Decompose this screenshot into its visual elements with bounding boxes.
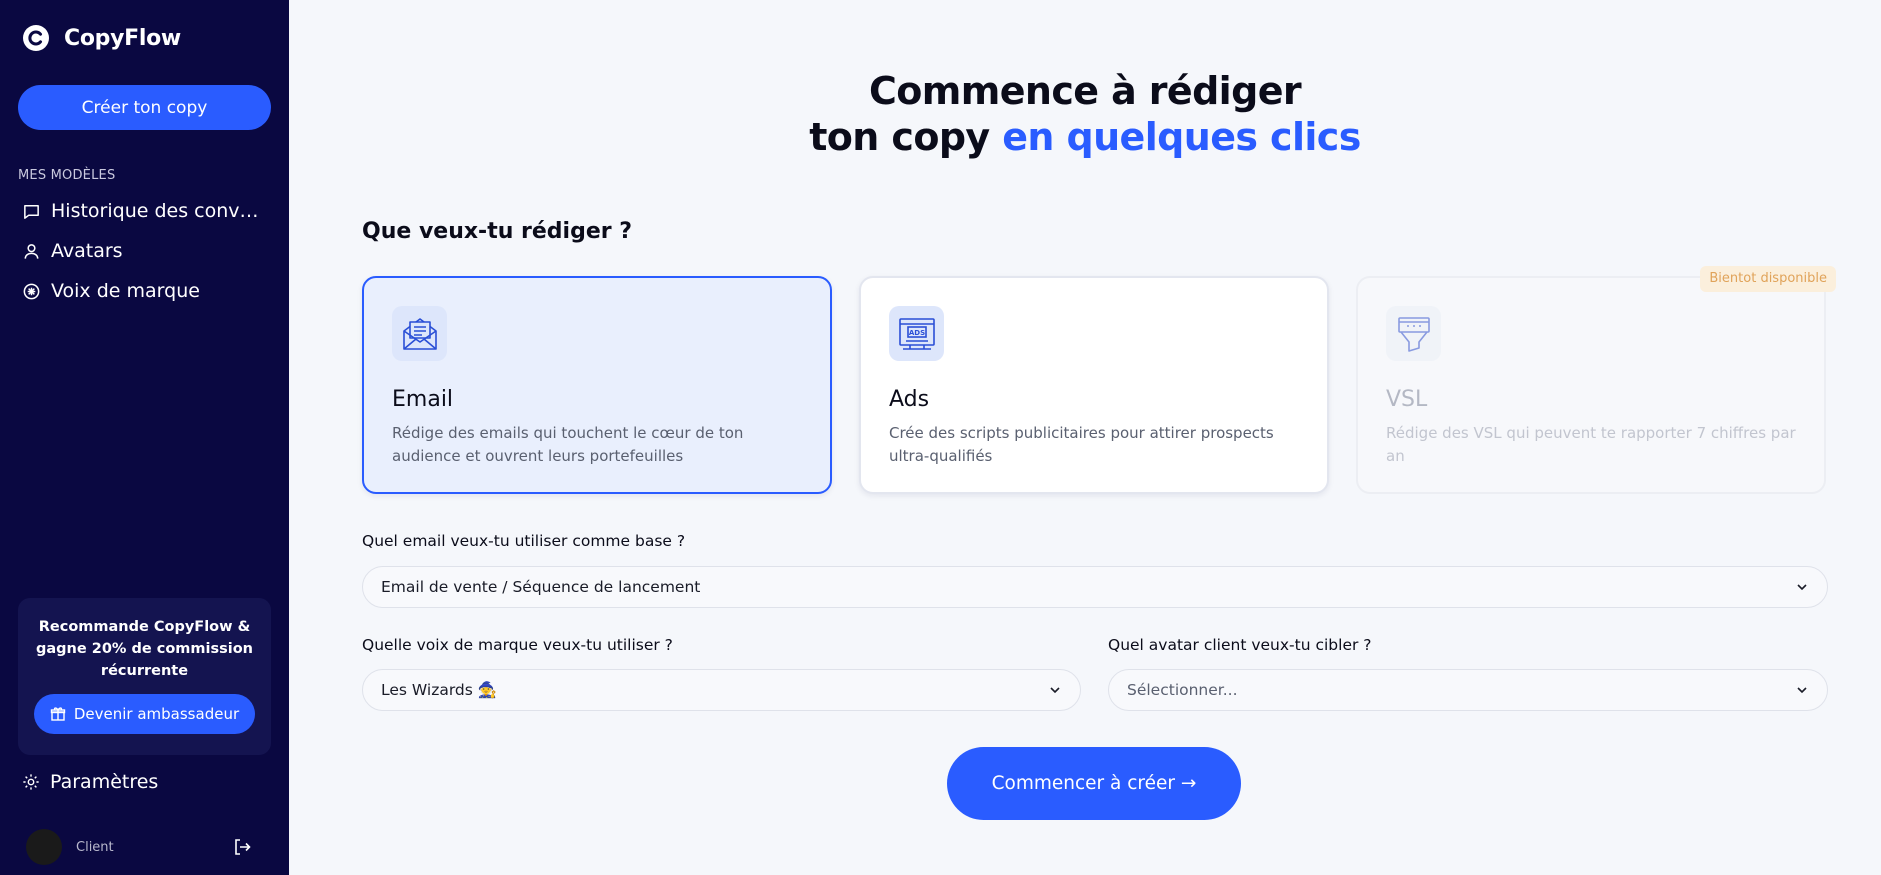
brand-voice-value: Les Wizards 🧙: [381, 681, 498, 699]
brand-voice-icon: [23, 283, 40, 299]
card-icon-box: ADS: [889, 306, 944, 361]
settings-label: Paramètres: [50, 771, 159, 793]
sidebar-item-history[interactable]: Historique des conversations: [22, 200, 267, 222]
email-base-value: Email de vente / Séquence de lancement: [381, 578, 701, 596]
user-icon: [24, 243, 39, 259]
logout-icon[interactable]: [232, 837, 252, 857]
start-creating-button[interactable]: Commencer à créer →: [947, 747, 1241, 820]
app-logo[interactable]: CopyFlow: [22, 24, 181, 52]
content-type-question: Que veux-tu rédiger ?: [362, 219, 633, 244]
promo-text: Recommande CopyFlow & gagne 20% de commi…: [35, 619, 254, 679]
card-email[interactable]: Email Rédige des emails qui touchent le …: [362, 276, 832, 494]
hero-accent: en quelques clics: [1002, 115, 1361, 159]
avatar-value: Sélectionner...: [1127, 681, 1238, 699]
chat-icon: [24, 204, 39, 219]
chevron-down-icon: [1050, 687, 1060, 694]
sidebar: CopyFlow Créer ton copy MES MODÈLES Hist…: [0, 0, 289, 875]
funnel-icon: [1397, 316, 1430, 352]
chevron-down-icon: [1797, 687, 1807, 694]
chevron-down-icon: [1797, 584, 1807, 591]
sidebar-item-brand-voice[interactable]: Voix de marque: [22, 280, 267, 302]
app-name: CopyFlow: [64, 25, 181, 51]
page-title: Commence à rédiger ton copy en quelques …: [289, 68, 1881, 160]
brand-voice-label: Quelle voix de marque veux-tu utiliser ?: [362, 636, 673, 654]
hero-line-1: Commence à rédiger: [868, 69, 1302, 113]
brand-voice-select[interactable]: Les Wizards 🧙: [362, 669, 1081, 711]
card-vsl: Bientot disponible VSL Rédige des VSL qu…: [1356, 266, 1836, 494]
email-icon: [402, 317, 437, 350]
card-description: Rédige des emails qui touchent le cœur d…: [392, 424, 744, 465]
section-label-models: MES MODÈLES: [18, 168, 116, 183]
email-base-select[interactable]: Email de vente / Séquence de lancement: [362, 566, 1828, 608]
become-ambassador-button[interactable]: Devenir ambassadeur: [33, 694, 256, 734]
coming-soon-badge: Bientot disponible: [1700, 266, 1836, 292]
ads-icon: ADS: [898, 317, 935, 350]
sidebar-item-settings[interactable]: Paramètres: [22, 771, 267, 793]
create-copy-button[interactable]: Créer ton copy: [18, 85, 271, 130]
card-title: Email: [392, 387, 454, 412]
copyflow-logo-icon: [23, 25, 49, 51]
sidebar-item-avatars[interactable]: Avatars: [22, 240, 267, 262]
avatar-select[interactable]: Sélectionner...: [1108, 669, 1828, 711]
user-name: Client: [76, 839, 114, 855]
sidebar-item-label: Historique des conversations: [51, 200, 267, 222]
gift-icon: [50, 707, 66, 721]
card-icon-box: [392, 306, 447, 361]
avatar-label: Quel avatar client veux-tu cibler ?: [1108, 636, 1372, 654]
ambassador-label: Devenir ambassadeur: [73, 705, 240, 723]
ambassador-promo: Recommande CopyFlow & gagne 20% de commi…: [18, 598, 271, 755]
card-title: VSL: [1386, 387, 1428, 412]
email-base-label: Quel email veux-tu utiliser comme base ?: [362, 532, 686, 550]
sidebar-item-label: Avatars: [51, 240, 123, 262]
card-ads[interactable]: ADS Ads Crée des scripts publicitaires p…: [859, 276, 1329, 494]
card-title: Ads: [889, 387, 930, 412]
avatar[interactable]: [26, 829, 62, 865]
ads-icon-text: ADS: [908, 329, 924, 337]
card-icon-box: [1386, 306, 1441, 361]
card-description: Crée des scripts publicitaires pour atti…: [889, 424, 1274, 465]
gear-icon: [23, 774, 39, 790]
user-profile: Client: [26, 829, 252, 865]
sidebar-item-label: Voix de marque: [51, 280, 200, 302]
card-description: Rédige des VSL qui peuvent te rapporter …: [1386, 424, 1796, 465]
hero-line-2: ton copy: [809, 115, 1003, 159]
